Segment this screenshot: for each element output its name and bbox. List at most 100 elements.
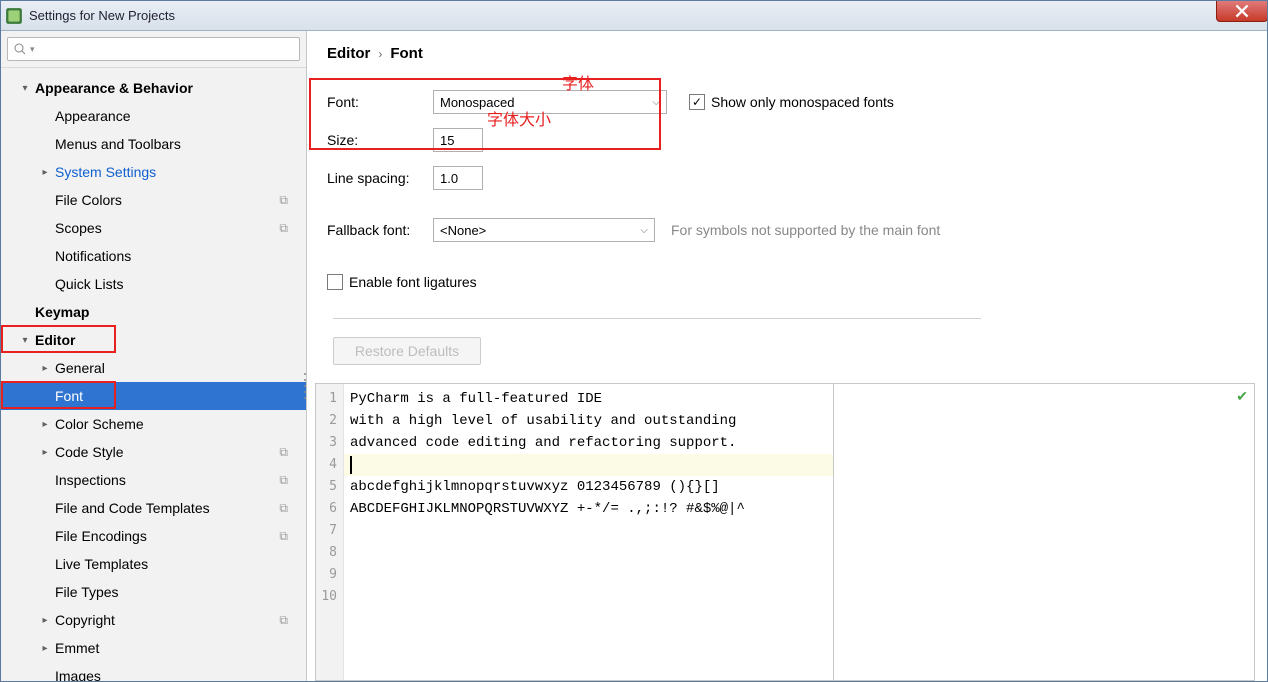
chevron-right-icon: ▸ — [39, 167, 51, 178]
annotation-font: 字体 — [562, 70, 594, 94]
tree-item-editor[interactable]: ▾ Editor — [1, 326, 306, 354]
code-line — [344, 586, 833, 608]
tree-item-label: Scopes — [55, 220, 102, 236]
tree-item-scopes[interactable]: Scopes ⧉ — [1, 214, 306, 242]
code-line: ABCDEFGHIJKLMNOPQRSTUVWXYZ +-*/= .,;:!? … — [344, 498, 833, 520]
ligatures-checkbox[interactable] — [327, 274, 343, 290]
tree-item-font[interactable]: Font — [1, 382, 306, 410]
tree-item-code-style[interactable]: ▸ Code Style ⧉ — [1, 438, 306, 466]
fallback-dropdown[interactable]: <None> ⌵ — [433, 218, 655, 242]
tree-item-label: File Colors — [55, 192, 122, 208]
tree-item-label: Emmet — [55, 640, 99, 656]
chevron-down-icon: ⌵ — [652, 97, 660, 108]
tree-item-label: Notifications — [55, 248, 131, 264]
font-label: Font: — [327, 94, 433, 110]
project-level-icon: ⧉ — [279, 193, 288, 208]
tree-item-label: File and Code Templates — [55, 500, 210, 516]
line-spacing-input[interactable] — [433, 166, 483, 190]
tree-item-color-scheme[interactable]: ▸ Color Scheme — [1, 410, 306, 438]
tree-item-inspections[interactable]: Inspections ⧉ — [1, 466, 306, 494]
sidebar: ▾ ▾ Appearance & Behavior Appearance Menus … — [1, 31, 307, 681]
tree-item-appearance-behavior[interactable]: ▾ Appearance & Behavior — [1, 74, 306, 102]
ligatures-label: Enable font ligatures — [349, 274, 477, 290]
fallback-hint: For symbols not supported by the main fo… — [671, 222, 940, 238]
project-level-icon: ⧉ — [279, 501, 288, 516]
restore-defaults-button[interactable]: Restore Defaults — [333, 337, 481, 365]
window-title: Settings for New Projects — [29, 8, 175, 23]
tree-item-quick-lists[interactable]: Quick Lists — [1, 270, 306, 298]
close-button[interactable] — [1216, 0, 1268, 22]
tree-item-menus-toolbars[interactable]: Menus and Toolbars — [1, 130, 306, 158]
chevron-right-icon: ▸ — [39, 447, 51, 458]
tree-item-emmet[interactable]: ▸ Emmet — [1, 634, 306, 662]
tree-item-file-types[interactable]: File Types — [1, 578, 306, 606]
tree-item-label: Color Scheme — [55, 416, 144, 432]
tree-item-label: System Settings — [55, 164, 156, 180]
tree-item-label: Menus and Toolbars — [55, 136, 181, 152]
code-line — [344, 454, 833, 476]
chevron-right-icon: ▸ — [39, 363, 51, 374]
chevron-right-icon: ▸ — [39, 419, 51, 430]
tree-item-copyright[interactable]: ▸ Copyright ⧉ — [1, 606, 306, 634]
tree-item-file-code-templates[interactable]: File and Code Templates ⧉ — [1, 494, 306, 522]
chevron-right-icon: ▸ — [39, 615, 51, 626]
size-label: Size: — [327, 132, 433, 148]
breadcrumb-part: Editor — [327, 45, 370, 62]
tree-item-keymap[interactable]: Keymap — [1, 298, 306, 326]
tree-item-label: Images — [55, 668, 101, 681]
chevron-down-icon: ⌵ — [640, 225, 648, 236]
search-icon — [14, 43, 26, 55]
code-area[interactable]: PyCharm is a full-featured IDEwith a hig… — [344, 384, 833, 680]
tree-item-live-templates[interactable]: Live Templates — [1, 550, 306, 578]
search-input[interactable]: ▾ — [7, 37, 300, 61]
content-pane: Editor › Font Font: Monospaced ⌵ 字体 ✓ Sh… — [307, 31, 1267, 681]
tree-item-label: Copyright — [55, 612, 115, 628]
tree-item-label: Appearance — [55, 108, 131, 124]
settings-tree[interactable]: ▾ Appearance & Behavior Appearance Menus an… — [1, 68, 306, 681]
project-level-icon: ⧉ — [279, 221, 288, 236]
caret — [350, 456, 352, 474]
breadcrumb: Editor › Font — [307, 31, 1267, 68]
size-input[interactable] — [433, 128, 483, 152]
chevron-down-icon: ▾ — [19, 83, 31, 94]
breadcrumb-part: Font — [390, 45, 422, 62]
fallback-label: Fallback font: — [327, 222, 433, 238]
show-mono-checkbox[interactable]: ✓ — [689, 94, 705, 110]
tree-item-label: Inspections — [55, 472, 126, 488]
line-spacing-label: Line spacing: — [327, 170, 433, 186]
tree-item-label: Appearance & Behavior — [35, 80, 193, 96]
tree-item-label: General — [55, 360, 105, 376]
chevron-right-icon: ▸ — [39, 643, 51, 654]
tree-item-file-encodings[interactable]: File Encodings⧉ — [1, 522, 306, 550]
tree-item-general[interactable]: ▸ General — [1, 354, 306, 382]
tree-item-label: Quick Lists — [55, 276, 123, 292]
chevron-down-icon: ▾ — [19, 335, 31, 346]
checkmark-icon: ✔ — [1236, 388, 1248, 405]
tree-item-appearance[interactable]: Appearance — [1, 102, 306, 130]
tree-item-system-settings[interactable]: ▸ System Settings — [1, 158, 306, 186]
project-level-icon: ⧉ — [279, 445, 288, 460]
annotation-size: 字体大小 — [487, 106, 551, 130]
tree-item-label: Editor — [35, 332, 75, 348]
show-mono-label: Show only monospaced fonts — [711, 94, 894, 110]
project-level-icon: ⧉ — [279, 613, 288, 628]
tree-item-notifications[interactable]: Notifications — [1, 242, 306, 270]
chevron-right-icon: › — [378, 47, 382, 61]
project-level-icon: ⧉ — [279, 473, 288, 488]
chevron-down-icon: ▾ — [30, 44, 35, 55]
tree-item-file-colors[interactable]: File Colors ⧉ — [1, 186, 306, 214]
code-line: with a high level of usability and outst… — [344, 410, 833, 432]
tree-item-images[interactable]: Images — [1, 662, 306, 681]
tree-item-label: Keymap — [35, 304, 89, 320]
gutter: 12345678910 — [316, 384, 344, 680]
title-bar: Settings for New Projects — [1, 1, 1267, 31]
code-line — [344, 520, 833, 542]
code-line: advanced code editing and refactoring su… — [344, 432, 833, 454]
font-preview[interactable]: 12345678910 PyCharm is a full-featured I… — [315, 383, 1255, 681]
tree-item-label: Font — [55, 388, 83, 404]
tree-item-label: File Types — [55, 584, 119, 600]
tree-item-label: Code Style — [55, 444, 123, 460]
code-line: abcdefghijklmnopqrstuvwxyz 0123456789 ()… — [344, 476, 833, 498]
code-line — [344, 564, 833, 586]
code-line — [344, 542, 833, 564]
